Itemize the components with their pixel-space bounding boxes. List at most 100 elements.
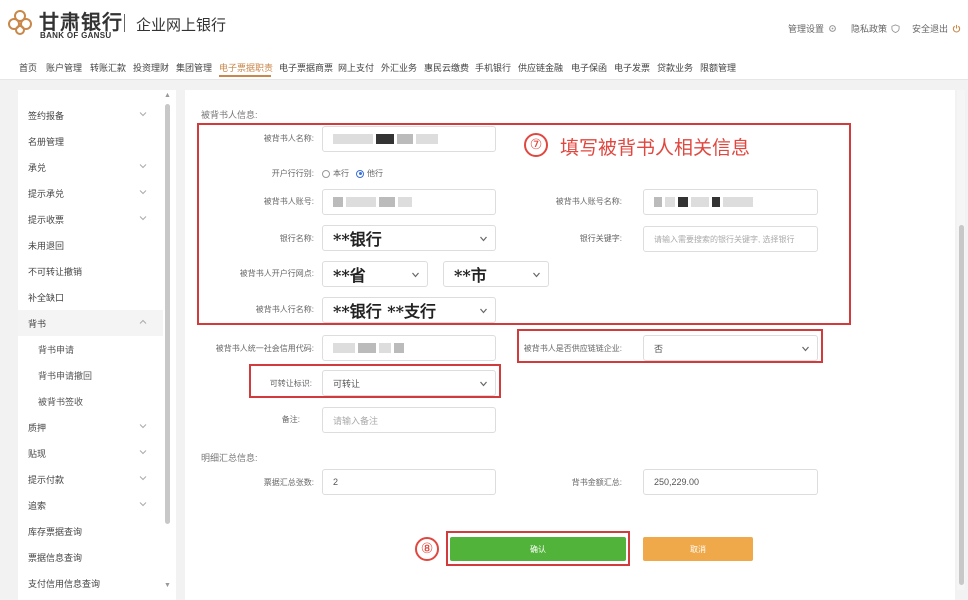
chevron-down-icon xyxy=(139,502,147,507)
sidebar-item-label: 背书申请撤回 xyxy=(38,370,93,381)
sidebar-item-label: 票据信息查询 xyxy=(28,552,83,563)
sidebar-item-unused-return[interactable]: 未用退回 xyxy=(18,232,163,258)
sidebar-item-prompt-pay[interactable]: 提示付款 xyxy=(18,466,163,492)
nav-item-online-pay[interactable]: 网上支付 xyxy=(338,61,374,74)
annotation-box-supply-chain xyxy=(517,329,823,363)
sidebar-item-pledge[interactable]: 质押 xyxy=(18,414,163,440)
redacted-mark xyxy=(379,343,391,353)
nav-item-forex[interactable]: 外汇业务 xyxy=(381,61,417,74)
sidebar-item-bill-query[interactable]: 票据信息查询 xyxy=(18,544,163,570)
section-summary-title: 明细汇总信息: xyxy=(201,453,258,463)
sidebar-item-label: 名册管理 xyxy=(28,136,65,147)
sidebar-item-label: 签约报备 xyxy=(28,110,65,121)
sidebar: 签约报备 名册管理 承兑 提示承兑 提示收票 未用退回 不可转让撤销 补全缺口 … xyxy=(18,90,176,600)
nav-item-accounts[interactable]: 账户管理 xyxy=(46,61,82,74)
sidebar-item-label: 补全缺口 xyxy=(28,292,65,303)
annotation-box-confirm xyxy=(446,531,630,566)
remark-label: 备注: xyxy=(281,415,300,424)
bank-name-en: BANK OF GANSU xyxy=(40,31,112,40)
sidebar-item-endorse-withdraw[interactable]: 背书申请撤回 xyxy=(18,362,163,388)
settings-link[interactable]: 管理设置 xyxy=(788,22,837,35)
nav-item-guarantee[interactable]: 电子保函 xyxy=(571,61,607,74)
sidebar-item-label: 被背书签收 xyxy=(38,396,84,407)
nav-active-indicator xyxy=(219,75,271,77)
logout-link[interactable]: 安全退出 xyxy=(912,22,961,35)
sidebar-item-credit-query[interactable]: 支付信用信息查询 xyxy=(18,570,163,596)
sidebar-item-label: 未用退回 xyxy=(28,240,65,251)
sidebar-scroll-up[interactable]: ▲ xyxy=(164,92,171,99)
chevron-down-icon xyxy=(139,216,147,221)
power-icon xyxy=(952,24,961,33)
annotation-step7-number: ⑦ xyxy=(524,133,548,157)
sidebar-scrollbar[interactable] xyxy=(165,104,170,524)
annotation-box-endorsee-info xyxy=(197,123,851,325)
bill-count-field: 2 xyxy=(322,469,496,495)
chevron-down-icon xyxy=(139,424,147,429)
sidebar-item-endorse[interactable]: 背书 xyxy=(18,310,163,336)
nav-item-invoice[interactable]: 电子发票 xyxy=(614,61,650,74)
redacted-mark xyxy=(358,343,376,353)
shield-icon xyxy=(891,24,900,33)
credit-code-input[interactable] xyxy=(322,335,496,361)
sidebar-item-inventory-query[interactable]: 库存票据查询 xyxy=(18,518,163,544)
logout-label: 安全退出 xyxy=(912,24,949,34)
nav-item-mobile[interactable]: 手机银行 xyxy=(475,61,511,74)
chevron-down-icon xyxy=(139,476,147,481)
cancel-button[interactable]: 取消 xyxy=(643,537,753,561)
sidebar-scroll-down[interactable]: ▼ xyxy=(164,582,171,589)
portal-title: 企业网上银行 xyxy=(136,16,227,34)
sidebar-item-label: 背书 xyxy=(28,318,47,329)
sidebar-item-prompt-accept[interactable]: 提示承兑 xyxy=(18,180,163,206)
nav-item-invest[interactable]: 投资理财 xyxy=(133,61,169,74)
gear-icon xyxy=(829,25,836,32)
sidebar-item-label: 提示承兑 xyxy=(28,188,65,199)
amount-sum-label: 背书金额汇总: xyxy=(571,478,622,487)
bill-count-label: 票据汇总张数: xyxy=(263,478,314,487)
nav-item-loan[interactable]: 贷款业务 xyxy=(657,61,693,74)
bill-count-value: 2 xyxy=(333,477,339,487)
sidebar-item-endorse-apply[interactable]: 背书申请 xyxy=(18,336,163,362)
nav-item-ebill-commercial[interactable]: 电子票据商票 xyxy=(279,61,333,74)
content-scrollbar[interactable] xyxy=(959,225,964,585)
logo-divider xyxy=(124,14,125,32)
annotation-step7-text: 填写被背书人相关信息 xyxy=(560,137,751,159)
sidebar-item-label: 支付信用信息查询 xyxy=(28,578,101,589)
section-endorsee-title: 被背书人信息: xyxy=(201,110,258,120)
redacted-mark xyxy=(394,343,404,353)
remark-input[interactable]: 请输入备注 xyxy=(322,407,496,433)
chevron-down-icon xyxy=(139,190,147,195)
sidebar-item-accept[interactable]: 承兑 xyxy=(18,154,163,180)
sidebar-item-sign[interactable]: 签约报备 xyxy=(18,102,163,128)
sidebar-item-recourse[interactable]: 追索 xyxy=(18,492,163,518)
sidebar-item-revoke[interactable]: 不可转让撤销 xyxy=(18,258,163,284)
sidebar-item-label: 贴现 xyxy=(28,448,47,459)
annotation-box-transferable xyxy=(249,364,501,398)
sidebar-item-discount[interactable]: 贴现 xyxy=(18,440,163,466)
nav-item-supply-chain[interactable]: 供应链金融 xyxy=(518,61,563,74)
nav-item-group[interactable]: 集团管理 xyxy=(176,61,212,74)
sidebar-item-label: 不可转让撤销 xyxy=(28,266,83,277)
sidebar-item-label: 提示付款 xyxy=(28,474,65,485)
nav-item-transfer[interactable]: 转账汇款 xyxy=(90,61,126,74)
sidebar-item-prompt-receive[interactable]: 提示收票 xyxy=(18,206,163,232)
nav-item-home[interactable]: 首页 xyxy=(19,61,37,74)
amount-sum-value: 250,229.00 xyxy=(654,477,700,487)
amount-sum-field: 250,229.00 xyxy=(643,469,818,495)
sidebar-item-label: 追索 xyxy=(28,500,47,511)
annotation-step8-number: ⑧ xyxy=(415,537,439,561)
sidebar-item-label: 提示收票 xyxy=(28,214,65,225)
chevron-down-icon xyxy=(139,450,147,455)
privacy-link[interactable]: 隐私政策 xyxy=(851,22,900,35)
nav-item-ebill[interactable]: 电子票据职责 xyxy=(219,61,273,74)
sidebar-item-roster[interactable]: 名册管理 xyxy=(18,128,163,154)
nav-item-payment[interactable]: 惠民云缴费 xyxy=(424,61,469,74)
sidebar-item-endorsee-sign[interactable]: 被背书签收 xyxy=(18,388,163,414)
sidebar-item-label: 承兑 xyxy=(28,162,47,173)
main-nav: 首页 账户管理 转账汇款 投资理财 集团管理 电子票据职责 电子票据商票 网上支… xyxy=(0,50,968,80)
privacy-label: 隐私政策 xyxy=(851,24,888,34)
chevron-down-icon xyxy=(139,164,147,169)
sidebar-item-complete-gap[interactable]: 补全缺口 xyxy=(18,284,163,310)
chevron-down-icon xyxy=(139,112,147,117)
credit-code-label: 被背书人统一社会信用代码: xyxy=(215,344,314,353)
nav-item-limit[interactable]: 限额管理 xyxy=(700,61,736,74)
